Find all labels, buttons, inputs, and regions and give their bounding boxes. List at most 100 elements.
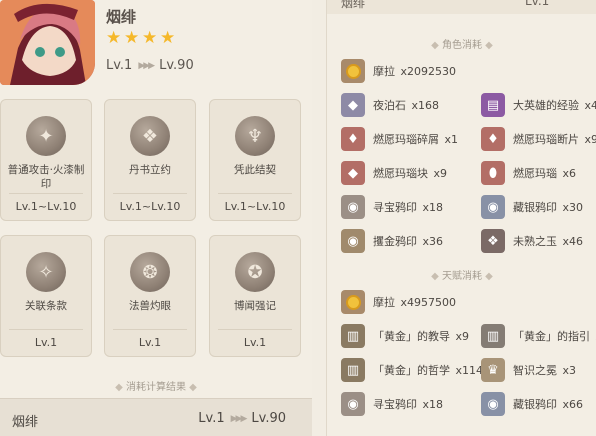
talent-title: 博闻强记 xyxy=(234,300,276,312)
result-level-range: Lv.1 ▶▶▶ Lv.90 xyxy=(198,411,286,426)
material-qty: x36 xyxy=(419,235,444,248)
talent-card[interactable]: ❖ 丹书立约 Lv.1~Lv.10 xyxy=(104,99,196,221)
talent-level: Lv.1 xyxy=(34,336,58,349)
teachings-gold-icon: ▥ xyxy=(341,324,365,348)
material-qty: x9 xyxy=(452,330,470,343)
talent-title: 丹书立约 xyxy=(129,164,171,176)
material-qty: x6 xyxy=(592,330,596,343)
star-icon: ★ xyxy=(106,28,122,48)
material-item: ◉ 藏银鸦印 x66 xyxy=(481,391,583,417)
silver-raven-insignia-icon: ◉ xyxy=(481,392,505,416)
talent-level: Lv.1 xyxy=(138,336,162,349)
silver-raven-insignia-icon: ◉ xyxy=(481,195,505,219)
talent-card[interactable]: ❂ 法兽灼眼 Lv.1 xyxy=(104,235,196,357)
material-item: ♦ 燃愿玛瑙碎屑 x1 xyxy=(341,126,458,152)
material-name: 寻宝鸦印 xyxy=(373,201,417,214)
material-qty: x18 xyxy=(419,398,444,411)
materials-panel: 烟绯 Lv.1 ◆ 角色消耗 ◆ 摩拉 x2092530 ◆ 夜泊石 x168 ▤ 大英… xyxy=(326,0,596,436)
talent-icon: ✧ xyxy=(26,252,66,292)
material-item: ❖ 未熟之玉 x46 xyxy=(481,228,583,254)
material-item: ▥ 「黄金」的教导 x9 xyxy=(341,323,469,349)
rarity-stars: ★ ★ ★ ★ xyxy=(106,28,176,48)
material-qty: x18 xyxy=(419,201,444,214)
level-from: Lv.1 xyxy=(106,58,133,73)
talent-cost-section-header: ◆ 天赋消耗 ◆ xyxy=(431,271,493,282)
material-name: 燃愿玛瑙碎屑 xyxy=(373,133,439,146)
material-item: ◉ 寻宝鸦印 x18 xyxy=(341,194,443,220)
talent-icon: ✦ xyxy=(26,116,66,156)
talent-title: 关联条款 xyxy=(25,300,67,312)
material-name: 藏银鸦印 xyxy=(513,398,557,411)
material-qty: x3 xyxy=(559,364,577,377)
talent-title: 普通攻击·火漆制印 xyxy=(7,164,85,190)
arrows-icon: ▶▶▶ xyxy=(138,60,155,71)
mora-icon xyxy=(341,290,365,314)
talent-card[interactable]: ✦ 普通攻击·火漆制印 Lv.1~Lv.10 xyxy=(0,99,92,221)
material-qty: x9 xyxy=(430,167,448,180)
talent-card[interactable]: ✪ 博闻强记 Lv.1 xyxy=(209,235,301,357)
material-item: ▥ 「黄金」的哲学 x114 xyxy=(341,357,483,383)
agnidus-gemstone-icon: ⬮ xyxy=(481,161,505,185)
material-name: 「黄金」的指引 xyxy=(513,330,590,343)
material-qty: x114 xyxy=(452,364,484,377)
crown-of-insight-icon: ♛ xyxy=(481,358,505,382)
calc-result-header: ◆ 消耗计算结果 ◆ xyxy=(115,382,197,393)
golden-raven-insignia-icon: ◉ xyxy=(341,229,365,253)
guide-gold-icon: ▥ xyxy=(481,324,505,348)
material-qty: x4957500 xyxy=(397,296,456,309)
material-name: 夜泊石 xyxy=(373,99,406,112)
noctilucous-jade-icon: ◆ xyxy=(341,93,365,117)
talent-icon: ♆ xyxy=(235,116,275,156)
star-icon: ★ xyxy=(142,28,158,48)
result-row[interactable]: 烟绯 Lv.1 ▶▶▶ Lv.90 xyxy=(0,398,312,436)
material-name: 攫金鸦印 xyxy=(373,235,417,248)
material-name: 大英雄的经验 xyxy=(513,99,579,112)
agnidus-fragment-icon: ♦ xyxy=(481,127,505,151)
material-name: 「黄金」的教导 xyxy=(373,330,450,343)
star-icon: ★ xyxy=(124,28,140,48)
material-name: 「黄金」的哲学 xyxy=(373,364,450,377)
character-avatar xyxy=(0,0,95,85)
material-qty: x9 xyxy=(584,133,596,146)
agnidus-sliver-icon: ♦ xyxy=(341,127,365,151)
philosophies-gold-icon: ▥ xyxy=(341,358,365,382)
agnidus-chunk-icon: ◆ xyxy=(341,161,365,185)
mora-icon xyxy=(341,59,365,83)
character-level-range: Lv.1 ▶▶▶ Lv.90 xyxy=(106,58,194,73)
material-qty: x2092530 xyxy=(397,65,456,78)
talent-title: 凭此结契 xyxy=(234,164,276,176)
result-character-name: 烟绯 xyxy=(12,415,39,430)
material-name: 智识之冕 xyxy=(513,364,557,377)
char-cost-section-header: ◆ 角色消耗 ◆ xyxy=(431,40,493,51)
character-panel: 烟绯 ★ ★ ★ ★ Lv.1 ▶▶▶ Lv.90 ✦ 普通攻击·火漆制印 Lv.1… xyxy=(0,0,312,436)
material-qty: x66 xyxy=(559,398,584,411)
material-name: 未熟之玉 xyxy=(513,235,557,248)
arrows-icon: ▶▶▶ xyxy=(230,413,248,424)
material-item: ◆ 燃愿玛瑙块 x9 xyxy=(341,160,447,186)
material-qty: x46 xyxy=(559,235,584,248)
material-name: 寻宝鸦印 xyxy=(373,398,417,411)
talent-title: 法兽灼眼 xyxy=(129,300,171,312)
material-name: 燃愿玛瑙块 xyxy=(373,167,428,180)
material-item: ◉ 攫金鸦印 x36 xyxy=(341,228,443,254)
character-name: 烟绯 xyxy=(106,8,137,26)
material-name: 摩拉 xyxy=(373,65,395,78)
talent-icon: ❖ xyxy=(130,116,170,156)
talent-card[interactable]: ✧ 关联条款 Lv.1 xyxy=(0,235,92,357)
talent-icon: ✪ xyxy=(235,252,275,292)
material-item: ◆ 夜泊石 x168 xyxy=(341,92,439,118)
material-item: ▤ 大英雄的经验 x4 xyxy=(481,92,596,118)
talent-level: Lv.1~Lv.10 xyxy=(119,200,181,213)
talent-level: Lv.1~Lv.10 xyxy=(224,200,286,213)
treasure-insignia-icon: ◉ xyxy=(341,195,365,219)
material-item: 摩拉 x4957500 xyxy=(341,289,456,315)
star-icon: ★ xyxy=(160,28,176,48)
material-qty: x1 xyxy=(441,133,459,146)
material-qty: x168 xyxy=(408,99,440,112)
material-item: ♛ 智识之冕 x3 xyxy=(481,357,576,383)
talent-card[interactable]: ♆ 凭此结契 Lv.1~Lv.10 xyxy=(209,99,301,221)
material-item: 摩拉 x2092530 xyxy=(341,58,456,84)
material-qty: x6 xyxy=(559,167,577,180)
talent-icon: ❂ xyxy=(130,252,170,292)
materials-header: 烟绯 Lv.1 xyxy=(327,0,596,14)
